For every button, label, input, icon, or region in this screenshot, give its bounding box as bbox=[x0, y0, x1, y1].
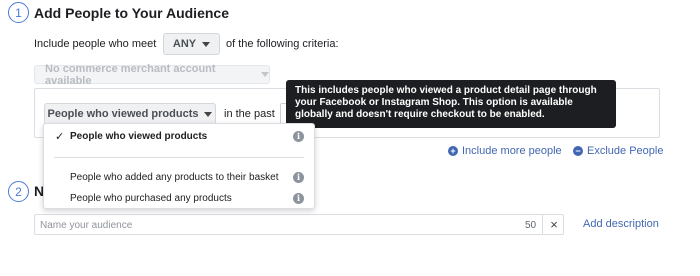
section-1-title: Add People to Your Audience bbox=[34, 5, 229, 21]
criteria-select-label: People who viewed products bbox=[47, 108, 199, 120]
merchant-account-select: No commerce merchant account available bbox=[34, 62, 270, 87]
char-count: 50 bbox=[525, 220, 537, 231]
include-more-label: Include more people bbox=[462, 145, 562, 157]
plus-circle-icon: + bbox=[448, 146, 458, 156]
any-all-dropdown[interactable]: ANY bbox=[163, 33, 220, 55]
audience-name-placeholder: Name your audience bbox=[40, 220, 133, 231]
step-number: 1 bbox=[15, 5, 22, 20]
chevron-down-icon bbox=[202, 41, 211, 47]
in-the-past-text: in the past bbox=[224, 108, 275, 120]
include-more-people-link[interactable]: + Include more people bbox=[448, 145, 562, 157]
include-prefix-text: Include people who meet bbox=[34, 38, 157, 50]
include-suffix-text: of the following criteria: bbox=[226, 38, 339, 50]
audience-name-field[interactable]: Name your audience 50 × bbox=[34, 214, 564, 235]
chevron-down-icon bbox=[261, 72, 269, 77]
add-description-link[interactable]: Add description bbox=[583, 218, 659, 230]
input-divider bbox=[542, 215, 543, 234]
dropdown-item-added-to-basket[interactable]: People who added any products to their b… bbox=[44, 166, 314, 188]
exclude-label: Exclude People bbox=[587, 145, 664, 157]
any-label: ANY bbox=[172, 38, 197, 50]
step-number: 2 bbox=[15, 184, 22, 199]
dropdown-item-label: People who purchased any products bbox=[70, 192, 232, 204]
info-icon: i bbox=[293, 171, 304, 183]
minus-circle-icon: − bbox=[573, 146, 583, 156]
step-2-indicator: 2 bbox=[8, 181, 29, 202]
step-1-indicator: 1 bbox=[8, 2, 29, 23]
dropdown-item-purchased[interactable]: People who purchased any products i bbox=[44, 187, 314, 209]
dropdown-divider bbox=[54, 157, 304, 158]
criteria-dropdown-menu: ✓ People who viewed products i People wh… bbox=[43, 123, 315, 209]
criteria-tooltip: This includes people who viewed a produc… bbox=[286, 80, 616, 128]
merchant-select-label: No commerce merchant account available bbox=[45, 62, 216, 87]
info-icon: i bbox=[293, 130, 304, 142]
exclude-people-link[interactable]: − Exclude People bbox=[573, 145, 663, 157]
dropdown-item-label: People who viewed products bbox=[70, 130, 208, 142]
dropdown-item-label: People who added any products to their b… bbox=[70, 171, 279, 183]
clear-icon[interactable]: × bbox=[546, 216, 562, 233]
check-icon: ✓ bbox=[55, 130, 65, 143]
chevron-down-icon bbox=[204, 111, 213, 117]
criteria-event-dropdown[interactable]: People who viewed products bbox=[44, 103, 216, 125]
dropdown-item-viewed-products[interactable]: ✓ People who viewed products i bbox=[44, 125, 314, 147]
info-icon: i bbox=[293, 192, 304, 204]
